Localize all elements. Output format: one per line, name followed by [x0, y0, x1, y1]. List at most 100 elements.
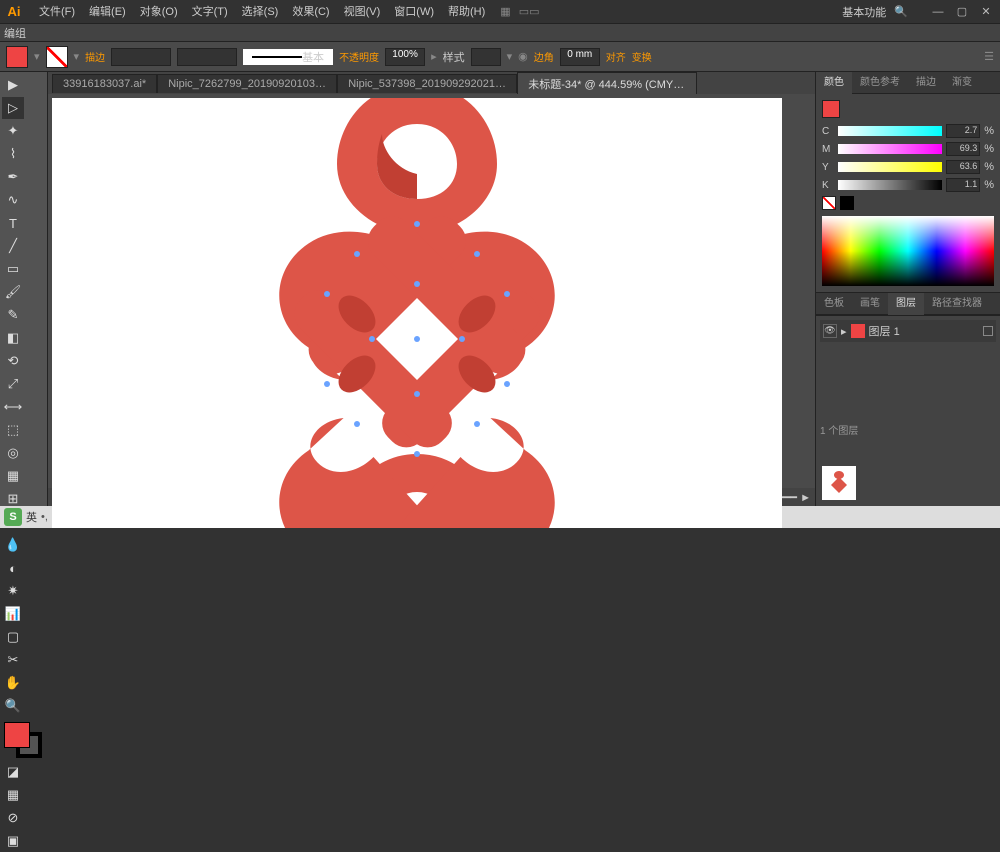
arrange-icon[interactable]: ▭▭ [519, 5, 540, 18]
rectangle-tool[interactable]: ▭ [2, 258, 24, 280]
fill-stroke-control[interactable] [2, 722, 45, 760]
tab-color[interactable]: 颜色 [816, 72, 852, 94]
slice-tool[interactable]: ✂ [2, 649, 24, 671]
type-tool[interactable]: T [2, 212, 24, 234]
paintbrush-tool[interactable]: 🖌 [2, 281, 24, 303]
panel-fill-swatch[interactable] [822, 100, 840, 118]
direct-selection-tool[interactable]: ▷ [2, 97, 24, 119]
maximize-icon[interactable]: ▢ [952, 4, 972, 20]
layer-row[interactable]: 👁 ▸ 图层 1 [820, 320, 996, 342]
search-icon[interactable]: 🔍 [894, 5, 908, 18]
curvature-tool[interactable]: ∿ [2, 189, 24, 211]
stroke-style[interactable]: 基本 [243, 49, 333, 65]
scale-tool[interactable]: ⤢ [2, 373, 24, 395]
y-value[interactable]: 63.6 [946, 160, 980, 174]
doc-tab[interactable]: Nipic_7262799_2019092010333002803! .ai* [157, 74, 337, 93]
options-bar: ▾ ▾ 描边 基本 不透明度 100% ▸ 样式 ▾ ◉ 边角 0 mm 对齐 … [0, 42, 1000, 72]
doc-tab-active[interactable]: 未标题-34* @ 444.59% (CMYK/预览) [517, 72, 697, 95]
gradient-mode-icon[interactable]: ▦ [2, 784, 24, 806]
menu-type[interactable]: 文字(T) [185, 0, 235, 24]
blend-tool[interactable]: ◐ [2, 557, 24, 579]
magic-wand-tool[interactable]: ✦ [2, 120, 24, 142]
tab-pathfinder[interactable]: 路径查找器 [924, 293, 990, 315]
eraser-tool[interactable]: ◧ [2, 327, 24, 349]
canvas-viewport[interactable] [48, 94, 815, 488]
stroke-swatch[interactable] [46, 46, 68, 68]
black-swatch[interactable] [840, 196, 854, 210]
tab-gradient[interactable]: 渐变 [944, 72, 980, 94]
menu-view[interactable]: 视图(V) [337, 0, 388, 24]
zoom-tool[interactable]: 🔍 [2, 695, 24, 717]
symbol-thumbnail[interactable] [822, 466, 856, 500]
chinese-knot-artwork[interactable] [207, 98, 627, 528]
hand-tool[interactable]: ✋ [2, 672, 24, 694]
k-slider[interactable] [838, 180, 942, 190]
m-label: M [822, 144, 834, 155]
menu-select[interactable]: 选择(S) [235, 0, 286, 24]
free-transform-tool[interactable]: ⬚ [2, 419, 24, 441]
line-tool[interactable]: ╱ [2, 235, 24, 257]
color-panel-tabs: 颜色 颜色参考 描边 渐变 [816, 72, 1000, 94]
artboard[interactable] [52, 98, 782, 528]
pencil-tool[interactable]: ✎ [2, 304, 24, 326]
selection-tool[interactable]: ▶ [2, 74, 24, 96]
menu-help[interactable]: 帮助(H) [441, 0, 492, 24]
c-value[interactable]: 2.7 [946, 124, 980, 138]
screen-mode-icon[interactable]: ▣ [2, 830, 24, 852]
lasso-tool[interactable]: ⌇ [2, 143, 24, 165]
menu-window[interactable]: 窗口(W) [387, 0, 441, 24]
m-value[interactable]: 69.3 [946, 142, 980, 156]
rotate-tool[interactable]: ⟲ [2, 350, 24, 372]
m-slider[interactable] [838, 144, 942, 154]
menu-effect[interactable]: 效果(C) [285, 0, 336, 24]
tab-color-guide[interactable]: 颜色参考 [852, 72, 908, 94]
panel-menu-icon[interactable]: ☰ [984, 50, 994, 63]
menu-object[interactable]: 对象(O) [133, 0, 185, 24]
stroke-dash[interactable] [177, 48, 237, 66]
visibility-icon[interactable]: 👁 [823, 324, 837, 338]
close-icon[interactable]: ✕ [976, 4, 996, 20]
width-tool[interactable]: ⟷ [2, 396, 24, 418]
transform-button[interactable]: 变换 [632, 49, 652, 64]
tab-stroke[interactable]: 描边 [908, 72, 944, 94]
ime-icon[interactable]: S [4, 508, 22, 526]
tab-layers[interactable]: 图层 [888, 293, 924, 315]
none-mode-icon[interactable]: ⊘ [2, 807, 24, 829]
tab-swatches[interactable]: 色板 [816, 293, 852, 315]
tab-brushes[interactable]: 画笔 [852, 293, 888, 315]
opacity-value[interactable]: 100% [385, 48, 425, 66]
style-select[interactable] [471, 48, 501, 66]
graph-tool[interactable]: 📊 [2, 603, 24, 625]
shape-builder-tool[interactable]: ◎ [2, 442, 24, 464]
align-button[interactable]: 对齐 [606, 49, 626, 64]
doc-tab[interactable]: Nipic_537398_20190929202152610000.ai* [337, 74, 517, 93]
ime-lang[interactable]: 英 [26, 509, 37, 525]
none-swatch[interactable] [822, 196, 836, 210]
layer-target-icon[interactable] [983, 326, 993, 336]
minimize-icon[interactable]: — [928, 4, 948, 20]
stroke-weight[interactable] [111, 48, 171, 66]
symbol-sprayer-tool[interactable]: ✷ [2, 580, 24, 602]
color-spectrum[interactable] [822, 216, 994, 286]
doc-tab[interactable]: 33916183037.ai* [52, 74, 157, 93]
y-slider[interactable] [838, 162, 942, 172]
layer-name[interactable]: 图层 1 [869, 323, 900, 339]
artboard-tool[interactable]: ▢ [2, 626, 24, 648]
k-value[interactable]: 1.1 [946, 178, 980, 192]
recolor-icon[interactable]: ◉ [518, 50, 528, 63]
color-panel: C2.7% M69.3% Y63.6% K1.1% [816, 94, 1000, 293]
color-mode-icon[interactable]: ◪ [2, 761, 24, 783]
workspace-switcher[interactable]: 基本功能 [842, 4, 886, 20]
eyedropper-tool[interactable]: 💧 [2, 534, 24, 556]
bridge-icon[interactable]: ▦ [500, 5, 510, 18]
c-slider[interactable] [838, 126, 942, 136]
pen-tool[interactable]: ✒ [2, 166, 24, 188]
corner-value[interactable]: 0 mm [560, 48, 600, 66]
menu-file[interactable]: 文件(F) [32, 0, 82, 24]
layer-thumbnail [851, 324, 865, 338]
menu-edit[interactable]: 编辑(E) [82, 0, 133, 24]
fill-swatch[interactable] [6, 46, 28, 68]
perspective-tool[interactable]: ▦ [2, 465, 24, 487]
ime-punct-icon[interactable]: •, [41, 511, 48, 523]
expand-icon[interactable]: ▸ [841, 325, 847, 338]
